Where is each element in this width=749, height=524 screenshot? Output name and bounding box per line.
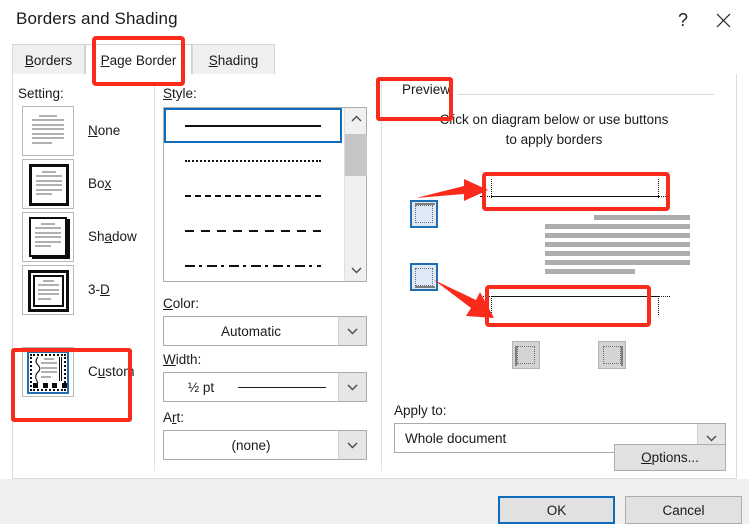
tab-page-border[interactable]: Page Border: [85, 44, 192, 75]
left-border-glyph: [515, 346, 535, 366]
setting-3d-icon: [22, 264, 74, 315]
top-border-line: [491, 196, 659, 197]
cancel-button[interactable]: Cancel: [625, 496, 742, 524]
setting-shadow-icon: [22, 211, 74, 262]
apply-left-border-button[interactable]: [512, 341, 540, 369]
style-item-dotted[interactable]: [164, 143, 342, 178]
tab-shading-label: hading: [217, 52, 259, 68]
setting-option-shadow[interactable]: Shadow: [22, 210, 152, 263]
setting-shadow-label: Shadow: [88, 229, 137, 244]
top-border-preview-region[interactable]: [480, 175, 670, 208]
chevron-down-icon[interactable]: [338, 431, 366, 459]
setting-label: Setting:: [18, 86, 64, 101]
window-title: Borders and Shading: [16, 9, 178, 28]
tab-strip: Borders Page Border Shading: [0, 40, 749, 75]
style-item-dash-dot[interactable]: [164, 248, 342, 283]
bottom-right-guide: [658, 296, 659, 315]
apply-bottom-border-button[interactable]: [410, 263, 438, 291]
preview-legend: Preview: [394, 82, 459, 97]
setting-option-custom[interactable]: Custom: [22, 345, 152, 398]
panel-divider-1: [154, 82, 155, 471]
style-item-solid[interactable]: [164, 108, 342, 143]
style-item-dashed-large[interactable]: [164, 213, 342, 248]
close-icon[interactable]: [700, 0, 746, 40]
title-bar: Borders and Shading ?: [0, 0, 749, 40]
top-left-edge-guide: [480, 196, 492, 197]
setting-box-label: Box: [88, 176, 112, 191]
color-label: Color:: [163, 296, 200, 311]
setting-3d-label: 3-D: [88, 282, 110, 297]
width-label: Width:: [163, 352, 202, 367]
bottom-border-preview-region[interactable]: [480, 289, 670, 322]
preview-hint-line1: Click on diagram below or use buttons: [439, 112, 669, 127]
width-preview-line: [238, 386, 326, 388]
preview-hint-line2: to apply borders: [505, 132, 603, 147]
bottom-border-line: [491, 296, 659, 297]
art-value: (none): [231, 437, 271, 453]
setting-option-3d[interactable]: 3-D: [22, 263, 152, 316]
width-value: ½ pt: [187, 379, 215, 395]
top-border-glyph: [415, 203, 435, 223]
setting-none-icon: [22, 105, 74, 156]
chevron-up-icon[interactable]: [345, 108, 367, 130]
style-listbox[interactable]: [163, 107, 367, 282]
scrollbar-thumb[interactable]: [345, 134, 367, 176]
tab-shading[interactable]: Shading: [192, 44, 275, 75]
bottom-left-edge-guide: [480, 296, 492, 297]
top-right-edge-guide: [658, 196, 670, 197]
apply-top-border-button[interactable]: [410, 200, 438, 228]
style-label: Style:: [163, 86, 197, 101]
art-dropdown[interactable]: (none): [163, 430, 367, 460]
tab-borders[interactable]: Borders: [12, 44, 85, 75]
tab-borders-label: orders: [33, 52, 73, 68]
preview-body-text: [545, 215, 690, 278]
apply-to-label: Apply to:: [394, 403, 447, 418]
setting-none-label: None: [88, 123, 121, 138]
width-dropdown[interactable]: ½ pt: [163, 372, 367, 402]
dialog-footer: OK Cancel: [0, 479, 749, 524]
right-border-glyph: [603, 346, 623, 366]
bottom-left-guide: [491, 296, 492, 315]
art-label: Art:: [163, 410, 185, 425]
apply-right-border-button[interactable]: [598, 341, 626, 369]
style-item-dashed-small[interactable]: [164, 178, 342, 213]
options-button[interactable]: Options...: [614, 444, 726, 471]
setting-box-icon: [22, 158, 74, 209]
color-dropdown[interactable]: Automatic: [163, 316, 367, 346]
bottom-right-edge-guide: [658, 296, 670, 297]
setting-option-none[interactable]: None: [22, 104, 152, 157]
bottom-border-glyph: [415, 268, 435, 288]
style-list-items: [164, 108, 344, 281]
chevron-down-icon[interactable]: [338, 317, 366, 345]
setting-option-box[interactable]: Box: [22, 157, 152, 210]
chevron-down-icon[interactable]: [345, 259, 367, 281]
setting-custom-icon: [22, 346, 74, 397]
tab-page-border-label: age Border: [109, 52, 177, 68]
setting-custom-label: Custom: [88, 364, 135, 379]
panel-divider-2: [381, 82, 382, 471]
chevron-down-icon[interactable]: [338, 373, 366, 401]
color-value: Automatic: [220, 323, 282, 339]
preview-hint: Click on diagram below or use buttons to…: [394, 110, 714, 150]
ok-button[interactable]: OK: [498, 496, 615, 524]
style-list-scrollbar[interactable]: [344, 108, 367, 281]
